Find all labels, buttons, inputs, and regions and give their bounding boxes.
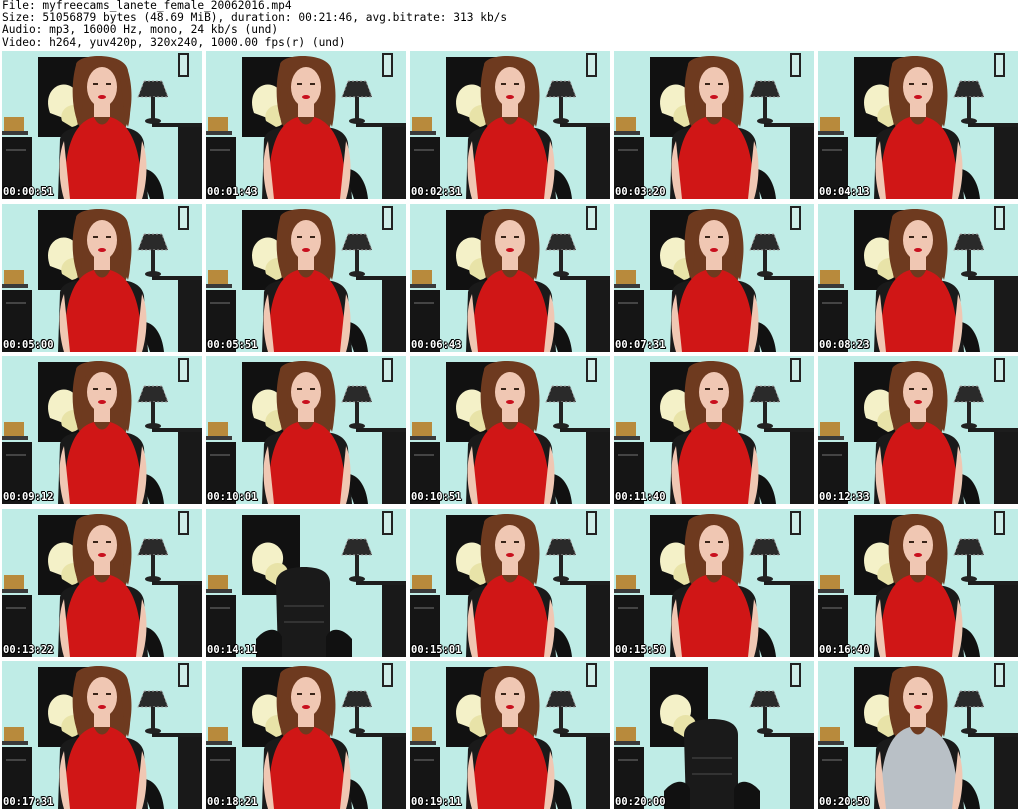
audio-info-line: Audio: mp3, 16000 Hz, mono, 24 kb/s (und…	[2, 23, 279, 37]
thumbnail-frame: 00:08:23	[818, 203, 1018, 352]
thumbnail-frame: 00:04:13	[818, 51, 1018, 199]
webcam-person-scene-image	[2, 508, 202, 657]
thumbnail-frame: 00:16:40	[818, 508, 1018, 657]
thumbnail-frame: 00:01:43	[206, 51, 406, 199]
empty-chair-scene-image	[206, 508, 406, 657]
frame-timestamp: 00:19:11	[411, 796, 462, 808]
webcam-person-scene-image	[206, 51, 406, 199]
frame-timestamp: 00:16:40	[819, 643, 870, 656]
webcam-person-scene-image	[2, 356, 202, 504]
frame-timestamp: 00:11:40	[615, 491, 666, 503]
webcam-person-scene-image	[614, 203, 814, 352]
webcam-person-scene-image	[614, 51, 814, 199]
webcam-person-scene-image	[410, 661, 610, 809]
frame-timestamp: 00:02:31	[411, 186, 462, 198]
thumbnail-frame: 00:11:40	[614, 356, 814, 504]
file-info-header: File: myfreecams_lanete_female_20062016.…	[2, 0, 507, 49]
thumbnail-frame: 00:02:31	[410, 51, 610, 199]
thumbnail-frame: 00:06:43	[410, 203, 610, 352]
thumbnail-frame: 00:17:31	[2, 661, 202, 809]
frame-timestamp: 00:00:51	[3, 186, 54, 198]
frame-timestamp: 00:17:31	[3, 796, 54, 808]
thumbnail-frame: 00:15:50	[614, 508, 814, 657]
webcam-person-scene-image	[818, 356, 1018, 504]
frame-timestamp: 00:04:13	[819, 186, 870, 198]
webcam-person-scene-image	[206, 356, 406, 504]
thumbnail-frame: 00:19:11	[410, 661, 610, 809]
frame-timestamp: 00:01:43	[207, 186, 258, 198]
frame-timestamp: 00:07:31	[615, 338, 666, 351]
frame-timestamp: 00:09:12	[3, 491, 54, 503]
frame-timestamp: 00:18:21	[207, 796, 258, 808]
frame-timestamp: 00:20:50	[819, 796, 870, 808]
webcam-person-scene-image	[2, 51, 202, 199]
frame-timestamp: 00:08:23	[819, 338, 870, 351]
frame-timestamp: 00:20:00	[615, 796, 666, 808]
thumbnail-frame: 00:10:51	[410, 356, 610, 504]
webcam-person-scene-image	[614, 356, 814, 504]
frame-timestamp: 00:10:01	[207, 491, 258, 503]
webcam-person-scene-image	[818, 203, 1018, 352]
webcam-person-scene-image	[614, 508, 814, 657]
frame-timestamp: 00:15:50	[615, 643, 666, 656]
frame-timestamp: 00:12:33	[819, 491, 870, 503]
thumbnail-frame: 00:18:21	[206, 661, 406, 809]
webcam-person-scene-image	[206, 203, 406, 352]
webcam-person-scene-image	[818, 661, 1018, 809]
webcam-person-scene-image	[410, 356, 610, 504]
webcam-person-scene-image	[206, 661, 406, 809]
thumbnail-frame: 00:20:50	[818, 661, 1018, 809]
video-info-line: Video: h264, yuv420p, 320x240, 1000.00 f…	[2, 35, 346, 49]
thumbnail-frame: 00:12:33	[818, 356, 1018, 504]
frame-timestamp: 00:14:11	[207, 643, 258, 656]
frame-timestamp: 00:05:51	[207, 338, 258, 351]
thumbnail-frame: 00:20:00	[614, 661, 814, 809]
thumbnail-frame: 00:05:00	[2, 203, 202, 352]
thumbnail-frame: 00:15:01	[410, 508, 610, 657]
thumbnail-frame: 00:03:20	[614, 51, 814, 199]
frame-timestamp: 00:10:51	[411, 491, 462, 503]
frame-timestamp: 00:05:00	[3, 338, 54, 351]
webcam-person-scene-image	[818, 51, 1018, 199]
frame-timestamp: 00:03:20	[615, 186, 666, 198]
webcam-person-scene-image	[818, 508, 1018, 657]
frame-timestamp: 00:15:01	[411, 643, 462, 656]
thumbnail-grid: 00:00:51 00:01:43 00:02:31 00:03:20 00:04:13…	[2, 51, 1022, 809]
webcam-person-scene-image	[410, 51, 610, 199]
thumbnail-frame: 00:13:22	[2, 508, 202, 657]
thumbnail-frame: 00:00:51	[2, 51, 202, 199]
frame-timestamp: 00:13:22	[3, 643, 54, 656]
webcam-person-scene-image	[2, 203, 202, 352]
thumbnail-frame: 00:05:51	[206, 203, 406, 352]
webcam-person-scene-image	[410, 508, 610, 657]
thumbnail-frame: 00:09:12	[2, 356, 202, 504]
thumbnail-frame: 00:10:01	[206, 356, 406, 504]
frame-timestamp: 00:06:43	[411, 338, 462, 351]
empty-chair-scene-image	[614, 661, 814, 809]
webcam-person-scene-image	[2, 661, 202, 809]
webcam-person-scene-image	[410, 203, 610, 352]
thumbnail-frame: 00:14:11	[206, 508, 406, 657]
thumbnail-frame: 00:07:31	[614, 203, 814, 352]
